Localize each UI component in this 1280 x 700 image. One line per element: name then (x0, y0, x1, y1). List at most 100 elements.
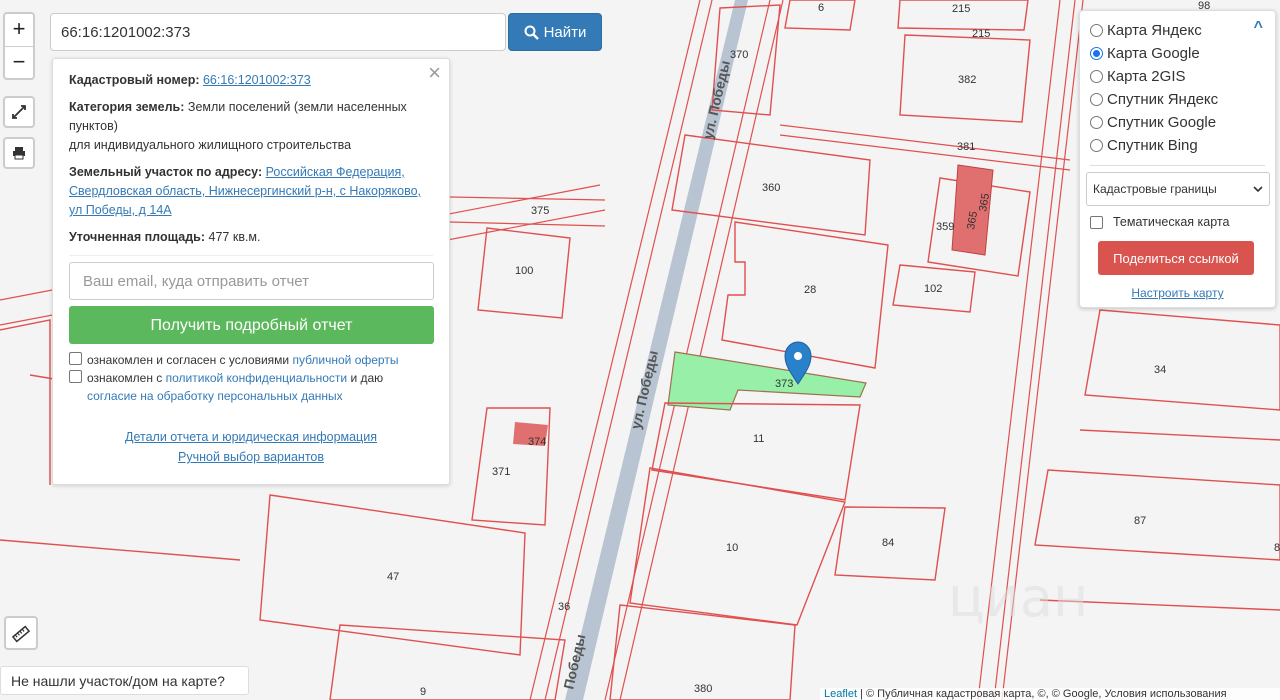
category-row: Категория земель: Земли поселений (земли… (69, 98, 433, 155)
search-input[interactable] (50, 13, 506, 51)
close-icon[interactable]: × (428, 62, 441, 84)
category-label: Категория земель: (69, 100, 185, 114)
manual-selection-link[interactable]: Ручной выбор вариантов (69, 447, 433, 467)
parcel-label: 6 (818, 2, 824, 14)
address-label: Земельный участок по адресу: (69, 165, 263, 179)
parcel-label: 380 (694, 683, 712, 695)
printer-icon (13, 147, 25, 160)
parcel-label: 365 (977, 192, 992, 212)
basemap-option[interactable]: Спутник Google (1090, 111, 1275, 134)
area-row: Уточненная площадь: 477 кв.м. (69, 228, 433, 247)
radio-button[interactable] (1090, 24, 1103, 37)
search-button-label: Найти (543, 23, 587, 41)
get-report-button[interactable]: Получить подробный отчет (69, 306, 434, 344)
radio-button[interactable] (1090, 93, 1103, 106)
parcel-87[interactable] (1034, 469, 1280, 561)
parcel-label: 375 (531, 205, 549, 217)
zoom-in-button[interactable]: + (5, 14, 33, 46)
street-label: ул. Победы (699, 59, 733, 141)
search-button[interactable]: Найти (508, 13, 602, 51)
consent-offer-checkbox[interactable]: ознакомлен и согласен с условиями публич… (69, 351, 433, 369)
basemap-option[interactable]: Спутник Яндекс (1090, 88, 1275, 111)
radio-button[interactable] (1090, 47, 1103, 60)
cadastral-number-link[interactable]: 66:16:1201002:373 (203, 73, 311, 87)
attribution: Leaflet | © Публичная кадастровая карта,… (820, 688, 1280, 700)
cadastral-number-row: Кадастровый номер: 66:16:1201002:373 (69, 71, 433, 90)
parcel-label: 215 (952, 3, 970, 15)
parcel-label: 8 (1274, 542, 1280, 554)
parcel-label: 47 (387, 571, 399, 583)
consent-mid-text: и даю (350, 371, 384, 385)
zoom-control: + − (3, 12, 35, 80)
parcel-line (0, 319, 51, 485)
chevron-up-icon[interactable]: ^ (1254, 19, 1263, 37)
basemap-option[interactable]: Карта Google (1090, 42, 1275, 65)
parcel-label: 10 (726, 542, 738, 554)
search-icon (524, 25, 539, 40)
parcel-9[interactable] (329, 624, 566, 700)
cadastral-layer-select[interactable]: Кадастровые границы (1086, 172, 1270, 206)
divider (69, 255, 433, 256)
print-button[interactable] (3, 137, 35, 169)
road-edge (779, 124, 1071, 161)
layers-panel: ^ Карта Яндекс Карта Google Карта 2GIS Спут… (1079, 10, 1276, 308)
parcel-info-panel: × Кадастровый номер: 66:16:1201002:373 К… (52, 58, 450, 485)
not-found-button[interactable]: Не нашли участок/дом на карте? (0, 666, 249, 695)
parcel-label: 36 (558, 601, 570, 613)
parcel-label: 84 (882, 537, 894, 549)
road-edge (529, 0, 701, 700)
fullscreen-button[interactable] (3, 96, 35, 128)
checkbox-box[interactable] (69, 370, 82, 383)
ruler-button[interactable] (4, 616, 38, 650)
divider (1090, 165, 1265, 166)
road-edge (449, 221, 606, 227)
chevron-down-icon (1253, 185, 1263, 192)
parcel-label: 28 (804, 284, 816, 296)
basemap-option[interactable]: Карта 2GIS (1090, 65, 1275, 88)
checkbox-box[interactable] (69, 352, 82, 365)
parcel-34[interactable] (1084, 309, 1280, 411)
expand-icon (12, 105, 26, 119)
parcel-line (0, 539, 241, 561)
report-details-link[interactable]: Детали отчета и юридическая информация (69, 427, 433, 447)
parcel-label: 34 (1154, 364, 1166, 376)
basemap-option-label: Спутник Яндекс (1107, 91, 1219, 108)
basemap-options: Карта Яндекс Карта Google Карта 2GIS Спутни… (1090, 19, 1275, 157)
consent-privacy-checkbox[interactable]: ознакомлен с политикой конфиденциальност… (69, 369, 433, 405)
area-value: 477 кв.м. (208, 230, 261, 244)
configure-map-link[interactable]: Настроить карту (1080, 286, 1275, 300)
personal-data-link[interactable]: согласие на обработку персональных данны… (87, 389, 343, 403)
zoom-out-button[interactable]: − (5, 46, 33, 78)
parcel-label: 11 (753, 433, 764, 445)
radio-button[interactable] (1090, 70, 1103, 83)
radio-button[interactable] (1090, 116, 1103, 129)
parcel-label: 381 (957, 141, 975, 153)
thematic-map-checkbox[interactable]: Тематическая карта (1090, 215, 1275, 229)
attribution-text: | © Публичная кадастровая карта, ©, © Go… (860, 688, 1227, 700)
basemap-option-label: Карта 2GIS (1107, 68, 1186, 85)
consent-offer-text: ознакомлен и согласен с условиями (87, 353, 290, 367)
parcel-label: 374 (528, 436, 546, 448)
offer-link[interactable]: публичной оферты (292, 353, 398, 367)
road-edge (449, 196, 606, 201)
parcel-line (1079, 429, 1280, 441)
basemap-option-label: Спутник Google (1107, 114, 1217, 131)
basemap-option-label: Карта Яндекс (1107, 22, 1202, 39)
radio-button[interactable] (1090, 139, 1103, 152)
parcel-label: 373 (775, 378, 793, 390)
info-links: Детали отчета и юридическая информация Р… (69, 427, 433, 467)
basemap-option[interactable]: Спутник Bing (1090, 134, 1275, 157)
share-link-button[interactable]: Поделиться ссылкой (1098, 241, 1254, 275)
leaflet-link[interactable]: Leaflet (824, 688, 857, 700)
cadastral-label: Кадастровый номер: (69, 73, 200, 87)
parcel-11[interactable] (651, 402, 861, 501)
basemap-option[interactable]: Карта Яндекс (1090, 19, 1275, 42)
privacy-link[interactable]: политикой конфиденциальности (166, 371, 347, 385)
basemap-option-label: Спутник Bing (1107, 137, 1198, 154)
checkbox-box[interactable] (1090, 215, 1103, 229)
ruler-icon (11, 625, 31, 643)
email-field[interactable]: Ваш email, куда отправить отчет (69, 262, 434, 300)
parcel-label: 100 (515, 265, 533, 277)
parcel-label: 371 (492, 466, 510, 478)
parcel-label: 360 (762, 182, 780, 194)
